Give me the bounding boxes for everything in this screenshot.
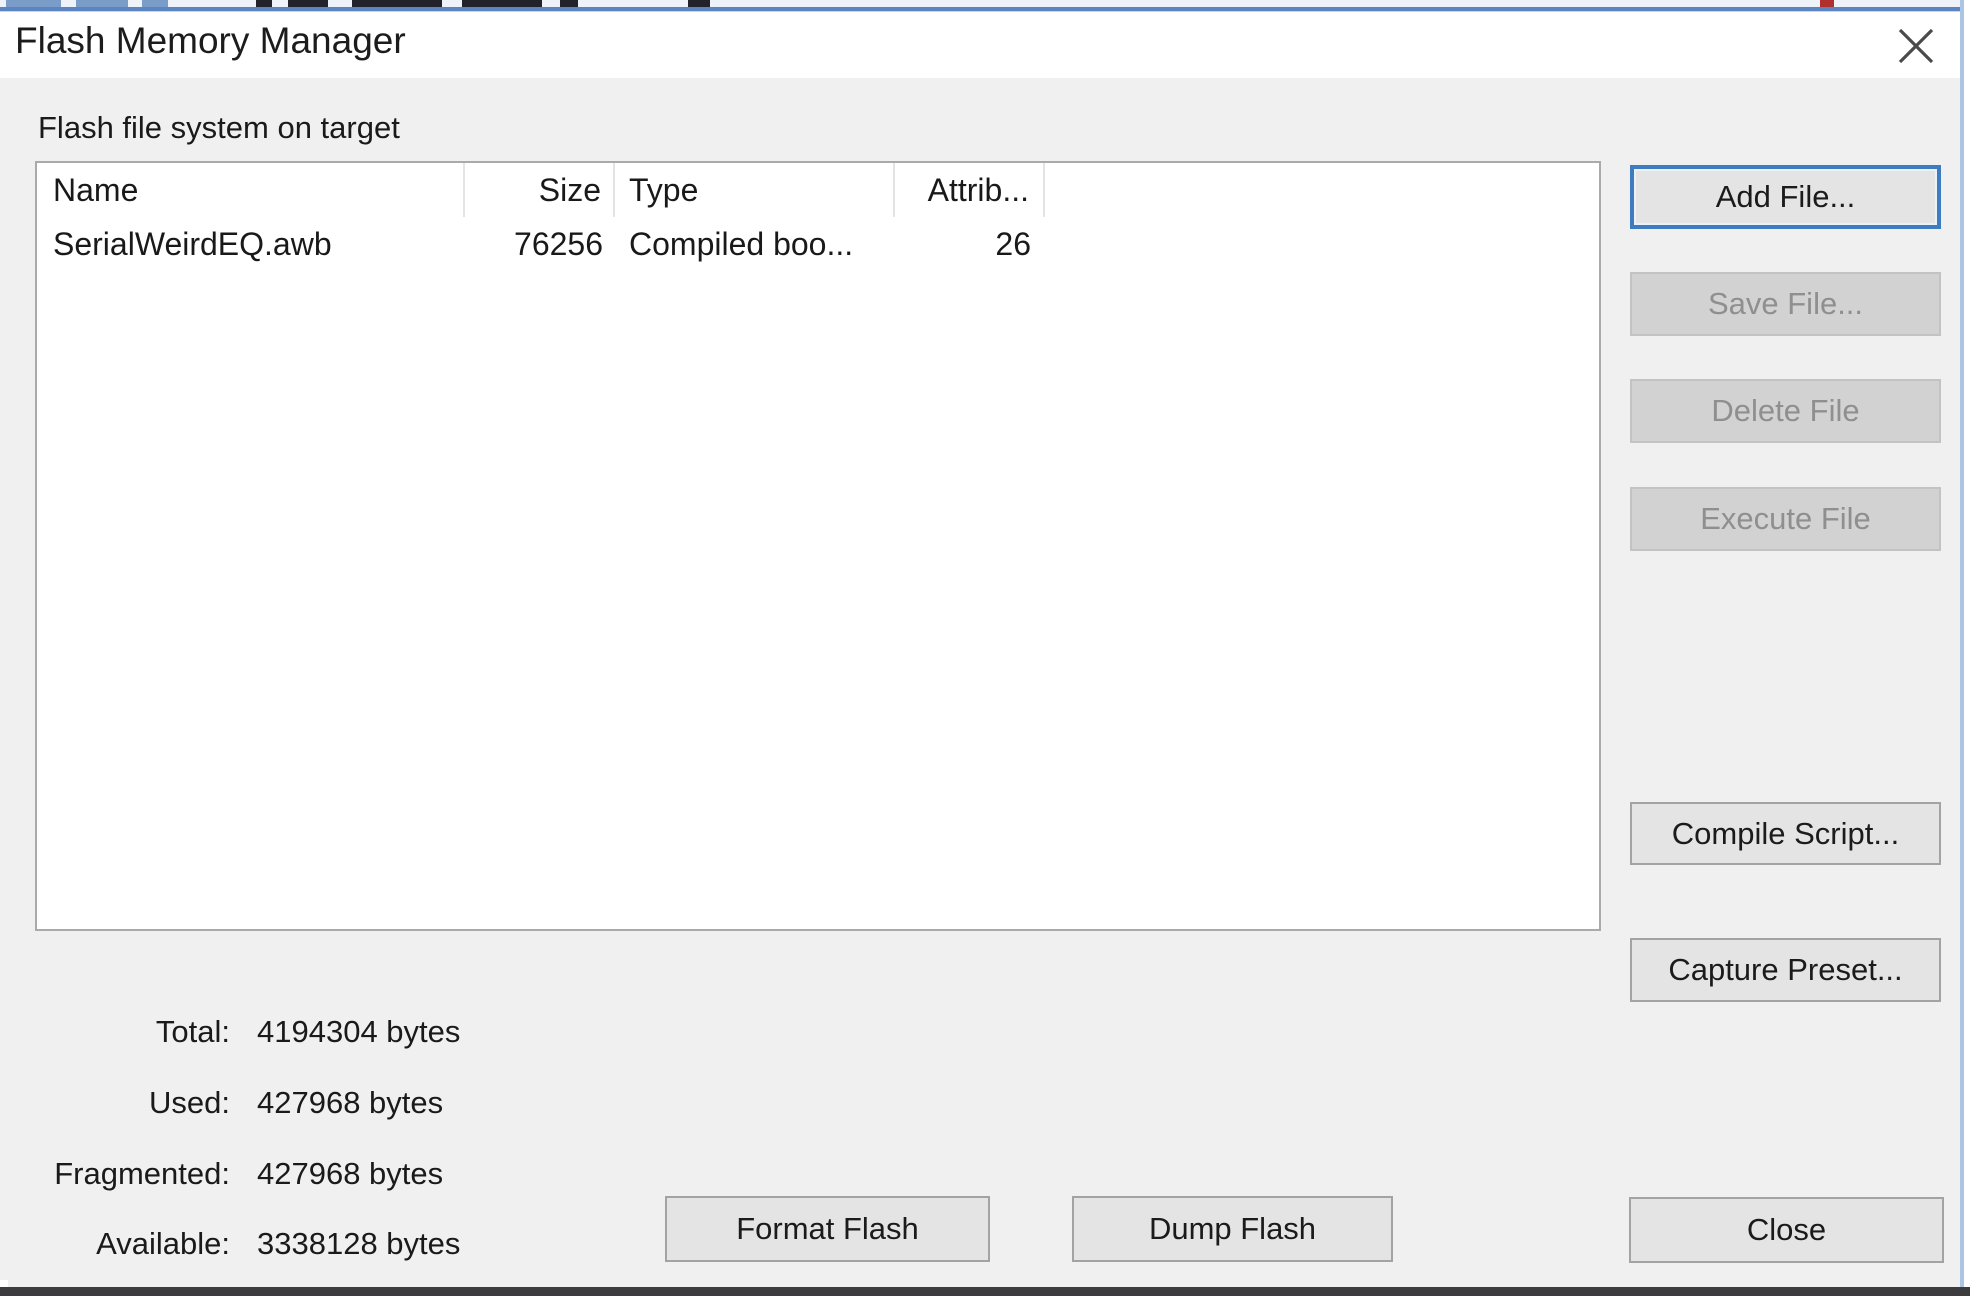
column-header-name[interactable]: Name	[37, 163, 465, 217]
screenshot-bottom-edge	[0, 1287, 1970, 1296]
stat-available-label: Available:	[0, 1226, 230, 1262]
window-right-margin	[1964, 0, 1970, 1296]
stat-fragmented-label: Fragmented:	[0, 1156, 230, 1192]
stat-used-label: Used:	[0, 1085, 230, 1121]
compile-script-button[interactable]: Compile Script...	[1630, 802, 1941, 865]
stat-used: Used: 427968 bytes	[0, 1085, 560, 1125]
remnant-mark	[288, 0, 328, 7]
remnant-mark	[76, 0, 128, 7]
stat-fragmented-value: 427968 bytes	[257, 1156, 443, 1192]
dialog-titlebar: Flash Memory Manager	[0, 12, 1970, 78]
capture-preset-button[interactable]: Capture Preset...	[1630, 938, 1941, 1002]
close-x-glyph	[1896, 26, 1936, 66]
remnant-mark	[6, 0, 61, 7]
save-file-button[interactable]: Save File...	[1630, 272, 1941, 336]
remnant-mark	[462, 0, 542, 7]
dump-flash-button[interactable]: Dump Flash	[1072, 1196, 1393, 1262]
column-header-type[interactable]: Type	[615, 163, 895, 217]
remnant-mark	[142, 0, 168, 7]
execute-file-button[interactable]: Execute File	[1630, 487, 1941, 551]
close-button[interactable]: Close	[1629, 1197, 1944, 1263]
dialog-body: Flash file system on target Name Size Ty…	[0, 78, 1970, 1288]
remnant-mark	[1820, 0, 1834, 7]
stat-total-value: 4194304 bytes	[257, 1014, 460, 1050]
stat-total: Total: 4194304 bytes	[0, 1014, 560, 1054]
close-icon[interactable]	[1890, 22, 1942, 70]
stat-used-value: 427968 bytes	[257, 1085, 443, 1121]
cell-file-size: 76256	[465, 219, 615, 269]
format-flash-button[interactable]: Format Flash	[665, 1196, 990, 1262]
remnant-mark	[560, 0, 578, 7]
stat-total-label: Total:	[0, 1014, 230, 1050]
stat-available-value: 3338128 bytes	[257, 1226, 460, 1262]
delete-file-button[interactable]: Delete File	[1630, 379, 1941, 443]
remnant-mark	[256, 0, 272, 7]
top-window-remnant	[0, 0, 1970, 12]
cell-file-attrib: 26	[895, 219, 1045, 269]
file-list[interactable]: Name Size Type Attrib... SerialWeirdEQ.a…	[35, 161, 1601, 931]
remnant-mark	[352, 0, 442, 7]
cell-file-type: Compiled boo...	[615, 219, 895, 269]
group-label: Flash file system on target	[38, 110, 400, 146]
column-header-size[interactable]: Size	[465, 163, 615, 217]
flash-memory-manager-dialog: Flash Memory Manager Flash file system o…	[0, 0, 1970, 1296]
stat-available: Available: 3338128 bytes	[0, 1226, 560, 1266]
add-file-button[interactable]: Add File...	[1630, 165, 1941, 229]
dialog-title: Flash Memory Manager	[15, 20, 406, 62]
remnant-mark	[688, 0, 710, 7]
file-list-header: Name Size Type Attrib...	[37, 163, 1599, 217]
column-header-attrib[interactable]: Attrib...	[895, 163, 1045, 217]
table-row[interactable]: SerialWeirdEQ.awb 76256 Compiled boo... …	[37, 219, 1599, 269]
stat-fragmented: Fragmented: 427968 bytes	[0, 1156, 560, 1196]
cell-file-name: SerialWeirdEQ.awb	[37, 219, 465, 269]
